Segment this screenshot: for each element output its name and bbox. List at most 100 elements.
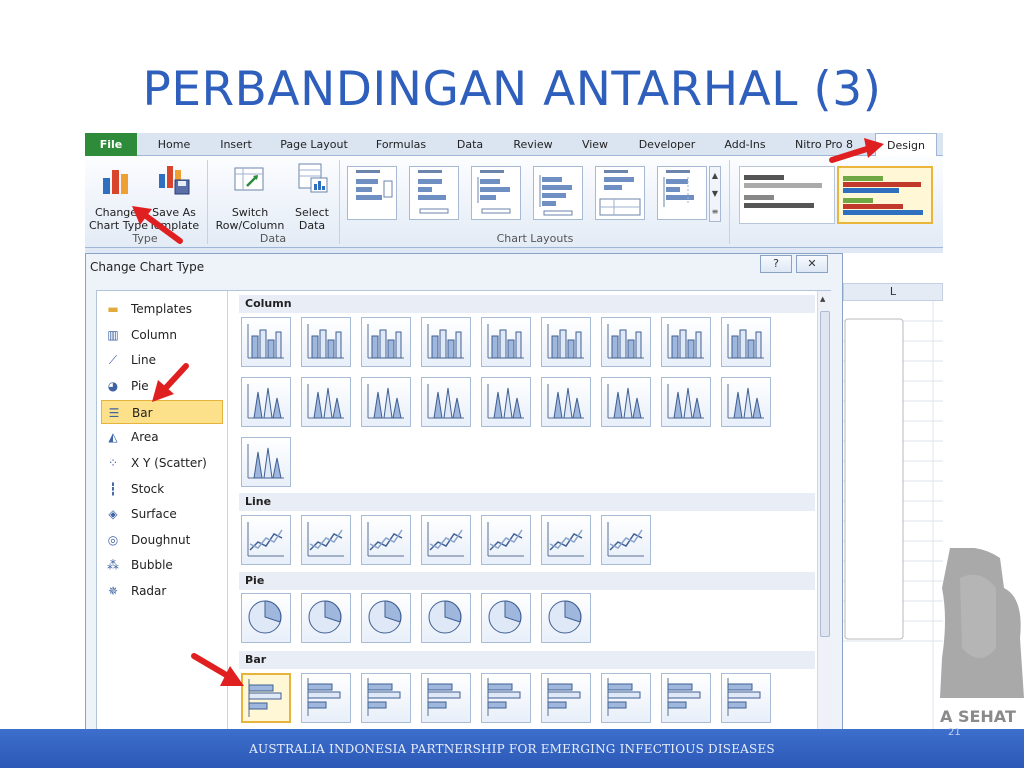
- cone-subtype-6[interactable]: [541, 377, 591, 427]
- cone-subtype-3[interactable]: [361, 377, 411, 427]
- bar-subtype-1[interactable]: [241, 673, 291, 723]
- switch-row-column-button[interactable]: Switch Row/Column: [211, 160, 289, 232]
- line-subtype-5[interactable]: [481, 515, 531, 565]
- chart-layout-4[interactable]: [533, 166, 583, 220]
- chart-style-1[interactable]: [739, 166, 835, 224]
- close-button[interactable]: ✕: [796, 255, 828, 273]
- column-subtype-5[interactable]: [481, 317, 531, 367]
- scroll-thumb[interactable]: [820, 311, 830, 637]
- category-radar[interactable]: ✵ Radar: [101, 579, 223, 603]
- group-label-data: Data: [259, 232, 287, 245]
- gallery-scrollbar[interactable]: ▲: [817, 291, 831, 733]
- cone-subtype-1[interactable]: [241, 377, 291, 427]
- cone-subtype-5[interactable]: [481, 377, 531, 427]
- column-subtype-3[interactable]: [361, 317, 411, 367]
- line-subtype-7[interactable]: [601, 515, 651, 565]
- radar-chart-icon: ✵: [107, 584, 119, 598]
- chart-layout-3[interactable]: [471, 166, 521, 220]
- column-subtype-1[interactable]: [241, 317, 291, 367]
- chart-style-icon: [843, 176, 923, 215]
- pie-subtype-icon: [368, 600, 402, 634]
- cone-subtype-2[interactable]: [301, 377, 351, 427]
- spreadsheet-area: L: [843, 253, 943, 733]
- bar-subtype-2[interactable]: [301, 673, 351, 723]
- cone-subtype-8[interactable]: [661, 377, 711, 427]
- bar-subtype-icon: [367, 678, 401, 716]
- cone-subtype-icon: [247, 384, 284, 419]
- chart-layout-icon: [663, 170, 694, 207]
- tab-insert[interactable]: Insert: [211, 133, 261, 156]
- bar-subtype-9[interactable]: [721, 673, 771, 723]
- bar-subtype-4[interactable]: [421, 673, 471, 723]
- separator: [207, 160, 208, 244]
- scroll-up-icon[interactable]: ▲: [820, 295, 825, 303]
- tab-review[interactable]: Review: [505, 133, 561, 156]
- bar-subtype-8[interactable]: [661, 673, 711, 723]
- line-subtype-2[interactable]: [301, 515, 351, 565]
- bar-subtype-6[interactable]: [541, 673, 591, 723]
- pie-subtype-2[interactable]: [301, 593, 351, 643]
- more-icon[interactable]: ≡: [710, 203, 720, 221]
- bar-subtype-5[interactable]: [481, 673, 531, 723]
- category-column[interactable]: ▥ Column: [101, 323, 223, 347]
- cone-subtype-icon: [427, 384, 464, 419]
- chart-layout-5[interactable]: [595, 166, 645, 220]
- cone-subtype-7[interactable]: [601, 377, 651, 427]
- pie-subtype-3[interactable]: [361, 593, 411, 643]
- column-subtype-7[interactable]: [601, 317, 651, 367]
- column-header-l[interactable]: L: [843, 283, 943, 301]
- tab-home[interactable]: Home: [147, 133, 201, 156]
- category-label: Column: [131, 328, 177, 342]
- tab-developer[interactable]: Developer: [631, 133, 703, 156]
- scroll-down-icon[interactable]: ▼: [710, 185, 720, 203]
- logo-text: A SEHAT: [940, 707, 1016, 726]
- category-area[interactable]: ◭ Area: [101, 425, 223, 449]
- cone-subtype-icon: [727, 384, 764, 419]
- pie-subtype-1[interactable]: [241, 593, 291, 643]
- line-subtype-1[interactable]: [241, 515, 291, 565]
- select-data-button[interactable]: Select Data: [289, 160, 335, 232]
- tab-add-ins[interactable]: Add-Ins: [717, 133, 773, 156]
- bar-subtype-3[interactable]: [361, 673, 411, 723]
- pie-subtype-5[interactable]: [481, 593, 531, 643]
- line-subtype-3[interactable]: [361, 515, 411, 565]
- page-number: 21: [948, 727, 961, 738]
- bar-subtype-7[interactable]: [601, 673, 651, 723]
- slide-footer: AUSTRALIA INDONESIA PARTNERSHIP FOR EMER…: [0, 729, 1024, 768]
- chart-layout-1[interactable]: [347, 166, 397, 220]
- category-bubble[interactable]: ⁂ Bubble: [101, 553, 223, 577]
- chart-style-2[interactable]: [837, 166, 933, 224]
- cone-subtype-9[interactable]: [721, 377, 771, 427]
- category-stock[interactable]: ┇ Stock: [101, 477, 223, 501]
- chart-layout-2[interactable]: [409, 166, 459, 220]
- tab-data[interactable]: Data: [449, 133, 491, 156]
- scatter-chart-icon: ⁘: [107, 456, 119, 470]
- cone-subtype-4[interactable]: [421, 377, 471, 427]
- column-subtype-6[interactable]: [541, 317, 591, 367]
- tab-file[interactable]: File: [85, 133, 137, 156]
- column-subtype-4[interactable]: [421, 317, 471, 367]
- category-doughnut[interactable]: ◎ Doughnut: [101, 528, 223, 552]
- bar-subtype-icon: [307, 678, 341, 716]
- tab-view[interactable]: View: [573, 133, 617, 156]
- column-subtype-icon: [307, 324, 344, 359]
- scroll-up-icon[interactable]: ▲: [710, 167, 720, 185]
- line-subtype-4[interactable]: [421, 515, 471, 565]
- category-templates[interactable]: ▬ Templates: [101, 297, 223, 321]
- category-surface[interactable]: ◈ Surface: [101, 502, 223, 526]
- help-button[interactable]: ?: [760, 255, 792, 273]
- chart-layouts-scroll[interactable]: ▲ ▼ ≡: [709, 166, 721, 222]
- chart-layout-6[interactable]: [657, 166, 707, 220]
- tab-formulas[interactable]: Formulas: [369, 133, 433, 156]
- spreadsheet-grid: [843, 301, 943, 733]
- slide-title: PERBANDINGAN ANTARHAL (3): [142, 62, 882, 117]
- column-subtype-9[interactable]: [721, 317, 771, 367]
- pie-subtype-6[interactable]: [541, 593, 591, 643]
- tab-page-layout[interactable]: Page Layout: [275, 133, 353, 156]
- cone-subtype-1[interactable]: [241, 437, 291, 487]
- category-scatter[interactable]: ⁘ X Y (Scatter): [101, 451, 223, 475]
- column-subtype-2[interactable]: [301, 317, 351, 367]
- line-subtype-6[interactable]: [541, 515, 591, 565]
- column-subtype-8[interactable]: [661, 317, 711, 367]
- pie-subtype-4[interactable]: [421, 593, 471, 643]
